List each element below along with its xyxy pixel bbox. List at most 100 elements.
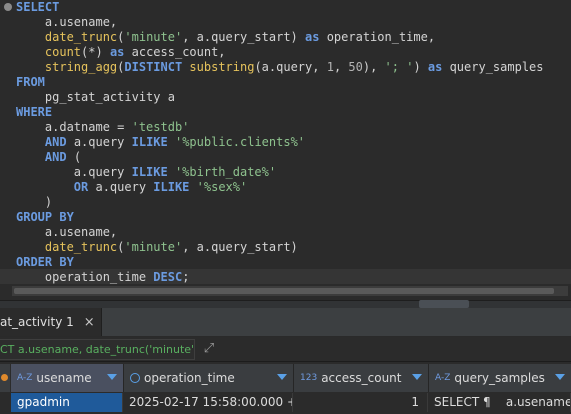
code-token: substring bbox=[189, 60, 255, 74]
code-token: 1 bbox=[326, 60, 334, 74]
code-token: ; bbox=[182, 270, 190, 284]
column-label: usename bbox=[36, 371, 92, 385]
code-token: a.usename, bbox=[16, 15, 118, 29]
code-token: '%public.clients%' bbox=[174, 135, 306, 149]
text-type-icon: A-Z bbox=[435, 373, 451, 383]
column-label: query_samples bbox=[454, 371, 545, 385]
code-token: a.query bbox=[16, 165, 132, 179]
code-token: ILIKE bbox=[131, 135, 168, 149]
code-line: GROUP BY bbox=[16, 210, 74, 225]
expand-icon[interactable]: ⤢ bbox=[200, 339, 218, 358]
code-token: ( bbox=[66, 150, 82, 164]
code-token: ILIKE bbox=[131, 165, 168, 179]
code-token: query_samples bbox=[442, 60, 544, 74]
code-token: '%birth_date%' bbox=[174, 165, 277, 179]
code-token: ), bbox=[362, 60, 385, 74]
code-token: 'testdb' bbox=[131, 120, 190, 134]
code-line: pg_stat_activity a bbox=[16, 90, 175, 105]
code-token: as bbox=[109, 45, 125, 59]
code-token: SELECT bbox=[16, 0, 60, 14]
row-marker-icon bbox=[1, 374, 8, 381]
gutter-marker-icon bbox=[4, 3, 12, 11]
code-token: , bbox=[333, 60, 349, 74]
code-token: ILIKE bbox=[153, 180, 190, 194]
sort-arrow-icon[interactable] bbox=[412, 374, 422, 380]
column-header-operation-time[interactable]: operation_time bbox=[124, 364, 294, 392]
code-token: operation_time, bbox=[319, 30, 436, 44]
code-token: ) bbox=[413, 60, 428, 74]
column-header-usename[interactable]: A-Z usename bbox=[11, 364, 124, 392]
code-token: a.usename, bbox=[16, 225, 118, 239]
results-grid: A-Z usename operation_time 123 access_co… bbox=[0, 362, 571, 414]
code-line: ORDER BY bbox=[16, 255, 74, 270]
code-line: AND ( bbox=[16, 150, 81, 165]
column-header-access-count[interactable]: 123 access_count bbox=[294, 364, 429, 392]
code-line: operation_time DESC; bbox=[16, 270, 190, 285]
code-token: 50 bbox=[348, 60, 363, 74]
tab-results[interactable]: at_activity 1 × bbox=[0, 308, 102, 336]
cell-usename[interactable]: gpadmin bbox=[11, 393, 123, 412]
cell-query-samples[interactable]: SELECT ¶ a.usename,¶ bbox=[429, 393, 571, 412]
code-token: WHERE bbox=[16, 105, 53, 119]
code-token: ORDER BY bbox=[16, 255, 74, 269]
sort-arrow-icon[interactable] bbox=[277, 374, 287, 380]
scrollbar-thumb[interactable] bbox=[14, 288, 554, 294]
code-token: (*) bbox=[81, 45, 110, 59]
code-token: as bbox=[427, 60, 443, 74]
close-icon[interactable]: × bbox=[84, 315, 95, 330]
tab-label: at_activity 1 bbox=[0, 315, 74, 329]
code-line: ) bbox=[16, 195, 52, 210]
code-token: FROM bbox=[16, 75, 45, 89]
sort-arrow-icon[interactable] bbox=[555, 374, 565, 380]
code-line: a.usename, bbox=[16, 225, 117, 240]
cell-operation-time[interactable]: 2025-02-17 15:58:00.000 +0300 bbox=[124, 393, 293, 412]
clock-icon bbox=[130, 373, 140, 383]
number-type-icon: 123 bbox=[300, 373, 318, 383]
cell-access-count[interactable]: 1 bbox=[294, 393, 428, 412]
code-token: 'minute' bbox=[124, 240, 183, 254]
code-token: OR bbox=[73, 180, 89, 194]
code-token: DESC bbox=[153, 270, 183, 284]
code-token: access_count, bbox=[124, 45, 226, 59]
code-token: , a.query_start) bbox=[182, 240, 298, 254]
row-header-corner[interactable] bbox=[0, 364, 10, 392]
code-token: date_trunc bbox=[44, 30, 118, 44]
column-label: operation_time bbox=[144, 371, 235, 385]
filter-input[interactable]: CT a.usename, date_trunc('minute', a bbox=[0, 339, 195, 360]
code-line: WHERE bbox=[16, 105, 52, 120]
code-token: a.query bbox=[88, 180, 154, 194]
column-header-query-samples[interactable]: A-Z query_samples bbox=[429, 364, 571, 392]
code-token: pg_stat_activity a bbox=[16, 90, 175, 104]
code-line: AND a.query ILIKE '%public.clients%' bbox=[16, 135, 305, 150]
code-line: FROM bbox=[16, 75, 45, 90]
code-token: count bbox=[44, 45, 82, 59]
code-token: ) bbox=[16, 195, 53, 209]
filter-bar: CT a.usename, date_trunc('minute', a ⤢ bbox=[0, 337, 571, 362]
code-line: date_trunc('minute', a.query_start) bbox=[16, 240, 298, 255]
sql-editor[interactable]: SELECT a.usename, date_trunc('minute', a… bbox=[0, 0, 571, 300]
code-token: string_agg bbox=[44, 60, 118, 74]
code-line: OR a.query ILIKE '%sex%' bbox=[16, 180, 247, 195]
horizontal-scrollbar[interactable] bbox=[12, 286, 568, 296]
code-token: 'minute' bbox=[124, 30, 183, 44]
code-token: AND bbox=[44, 135, 67, 149]
code-token: a.datname = bbox=[16, 120, 132, 134]
results-tab-bar: at_activity 1 × bbox=[0, 308, 571, 337]
code-token: a.query bbox=[66, 135, 132, 149]
code-token: (a.query, bbox=[254, 60, 327, 74]
text-type-icon: A-Z bbox=[17, 373, 33, 383]
code-token: as bbox=[305, 30, 320, 44]
code-line: a.query ILIKE '%birth_date%' bbox=[16, 165, 276, 180]
code-line: date_trunc('minute', a.query_start) as o… bbox=[16, 30, 435, 45]
sort-arrow-icon[interactable] bbox=[107, 374, 117, 380]
splitter-toggle-button[interactable]: ▲▼ bbox=[419, 300, 469, 317]
